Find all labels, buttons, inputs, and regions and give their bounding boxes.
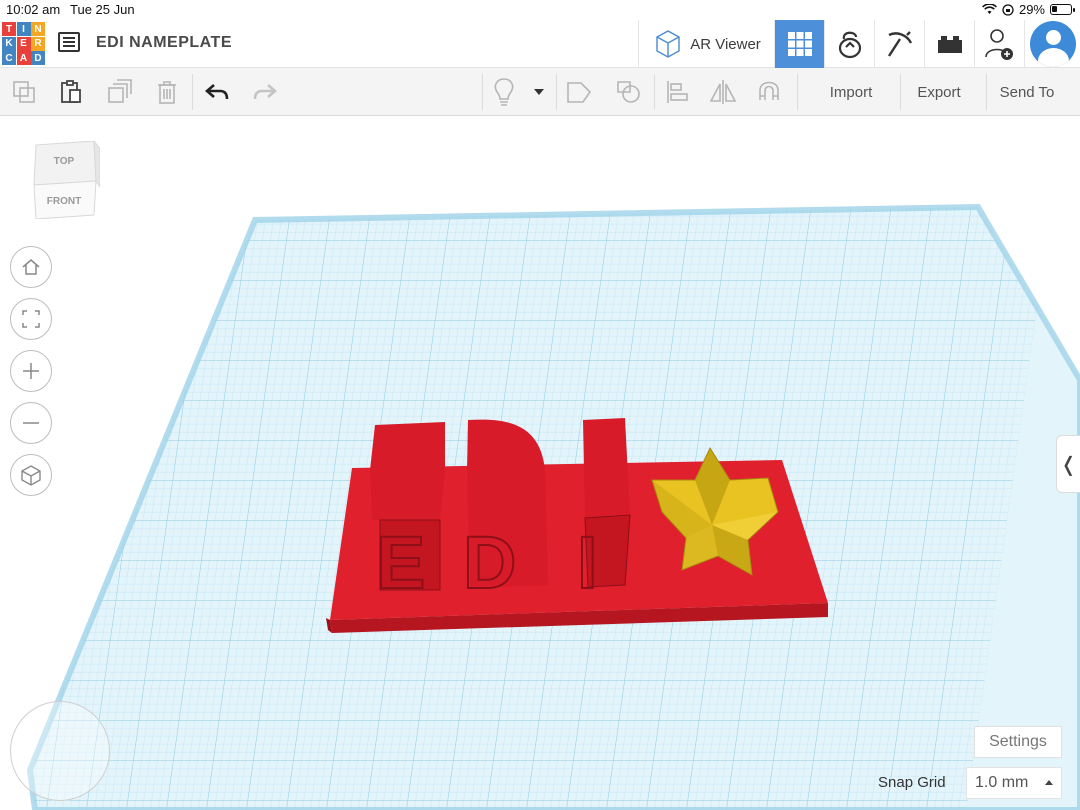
3d-design-view-button[interactable]	[774, 20, 824, 68]
align-button[interactable]	[662, 77, 692, 107]
clipboard-icon	[61, 80, 81, 103]
brick-icon	[937, 36, 962, 53]
mirror-button[interactable]	[708, 77, 738, 107]
logo-letter: C	[2, 51, 16, 65]
viewcube-front-label: FRONT	[47, 196, 81, 207]
copy-icon	[13, 81, 35, 103]
ungroup-icon	[617, 81, 640, 103]
design-list-icon[interactable]	[58, 32, 80, 52]
fit-icon	[22, 310, 40, 328]
logo-letter: E	[16, 36, 31, 51]
minecraft-button[interactable]	[874, 20, 924, 68]
codeblocks-button[interactable]	[824, 20, 874, 68]
send-to-button[interactable]: Send To	[986, 76, 1068, 108]
ar-cube-icon	[656, 30, 680, 58]
trash-icon	[158, 81, 176, 104]
home-icon	[22, 259, 40, 275]
invite-user-button[interactable]	[974, 20, 1024, 68]
snap-grid-label: Snap Grid	[878, 774, 946, 791]
caret-down-icon	[534, 89, 544, 95]
chevron-left-icon: ❬	[1060, 453, 1077, 476]
lightbulb-icon	[494, 78, 514, 106]
grid-icon	[787, 32, 812, 56]
group-icon	[567, 82, 592, 103]
duplicate-button[interactable]	[104, 77, 134, 107]
cruise-button[interactable]	[754, 77, 784, 107]
status-date: Tue 25 Jun	[70, 2, 135, 17]
ar-viewer-label: AR Viewer	[690, 35, 761, 53]
tinkercad-logo[interactable]: TIN KER CAD	[2, 22, 45, 65]
caret-up-icon	[1045, 780, 1053, 785]
magnet-icon	[759, 81, 779, 100]
avatar	[1029, 21, 1076, 67]
import-button[interactable]: Import	[810, 76, 892, 108]
letter-i[interactable]: I	[576, 418, 631, 605]
snap-grid-select[interactable]: 1.0 mm	[966, 767, 1062, 799]
undo-icon	[205, 84, 229, 100]
logo-letter: I	[16, 22, 31, 36]
panel-toggle-button[interactable]: ❬	[1056, 435, 1080, 493]
visibility-dropdown[interactable]	[526, 77, 552, 107]
letter-i-outline: I	[577, 521, 598, 604]
status-indicators: 29%	[981, 2, 1075, 17]
logo-letter: T	[2, 22, 16, 36]
cube-icon	[21, 465, 41, 486]
add-user-icon	[984, 29, 1013, 60]
edit-toolbar: Import Export Send To	[0, 68, 1080, 116]
letter-e-outline: E	[376, 521, 425, 604]
battery-icon	[1050, 4, 1075, 15]
duplicate-icon	[108, 79, 132, 103]
3d-scene[interactable]: E D I	[0, 117, 1080, 810]
ar-viewer-button[interactable]: AR Viewer	[638, 20, 774, 68]
logo-letter: A	[16, 51, 31, 65]
battery-percent: 29%	[1018, 2, 1045, 17]
paste-button[interactable]	[56, 77, 86, 107]
redo-button[interactable]	[250, 77, 280, 107]
status-bar: 10:02 am Tue 25 Jun 29%	[0, 0, 1080, 20]
orbit-joystick[interactable]	[10, 701, 110, 801]
minus-icon	[23, 422, 39, 424]
undo-button[interactable]	[202, 77, 232, 107]
profile-button[interactable]	[1024, 20, 1080, 68]
show-hide-button[interactable]	[489, 77, 519, 107]
logo-letter: K	[2, 36, 16, 51]
workspace-canvas[interactable]: E D I TOP FRONT ❬ Settings Snap Grid 1.0…	[0, 117, 1080, 810]
app-header: TIN KER CAD EDI NAMEPLATE AR Viewer	[0, 20, 1080, 68]
design-title[interactable]: EDI NAMEPLATE	[96, 34, 232, 52]
group-button[interactable]	[564, 77, 594, 107]
settings-button[interactable]: Settings	[974, 726, 1062, 758]
snap-grid-value: 1.0 mm	[975, 774, 1029, 791]
copy-button[interactable]	[9, 77, 39, 107]
delete-button[interactable]	[152, 77, 182, 107]
letter-d[interactable]: D	[462, 419, 548, 605]
logo-letter: N	[31, 22, 45, 36]
align-icon	[667, 81, 688, 103]
letter-d-outline: D	[463, 521, 516, 604]
pickaxe-icon	[887, 31, 912, 57]
redo-icon	[253, 84, 277, 100]
status-time: 10:02 am	[6, 2, 61, 17]
codeblocks-icon	[838, 31, 861, 59]
orientation-lock-icon	[1002, 3, 1014, 16]
mirror-icon	[709, 80, 737, 104]
wifi-icon	[981, 4, 997, 14]
zoom-in-button[interactable]	[10, 350, 52, 392]
header-actions: AR Viewer	[638, 20, 1080, 68]
zoom-out-button[interactable]	[10, 402, 52, 444]
letter-e[interactable]: E	[370, 422, 445, 605]
export-button[interactable]: Export	[900, 76, 978, 108]
view-cube[interactable]: TOP FRONT	[28, 141, 100, 219]
home-view-button[interactable]	[10, 246, 52, 288]
fit-view-button[interactable]	[10, 298, 52, 340]
plus-icon	[23, 363, 39, 379]
logo-letter: D	[31, 51, 45, 65]
lego-bricks-button[interactable]	[924, 20, 974, 68]
viewcube-top-label: TOP	[54, 156, 75, 167]
perspective-button[interactable]	[10, 454, 52, 496]
logo-letter: R	[31, 36, 45, 51]
ungroup-button[interactable]	[614, 77, 644, 107]
